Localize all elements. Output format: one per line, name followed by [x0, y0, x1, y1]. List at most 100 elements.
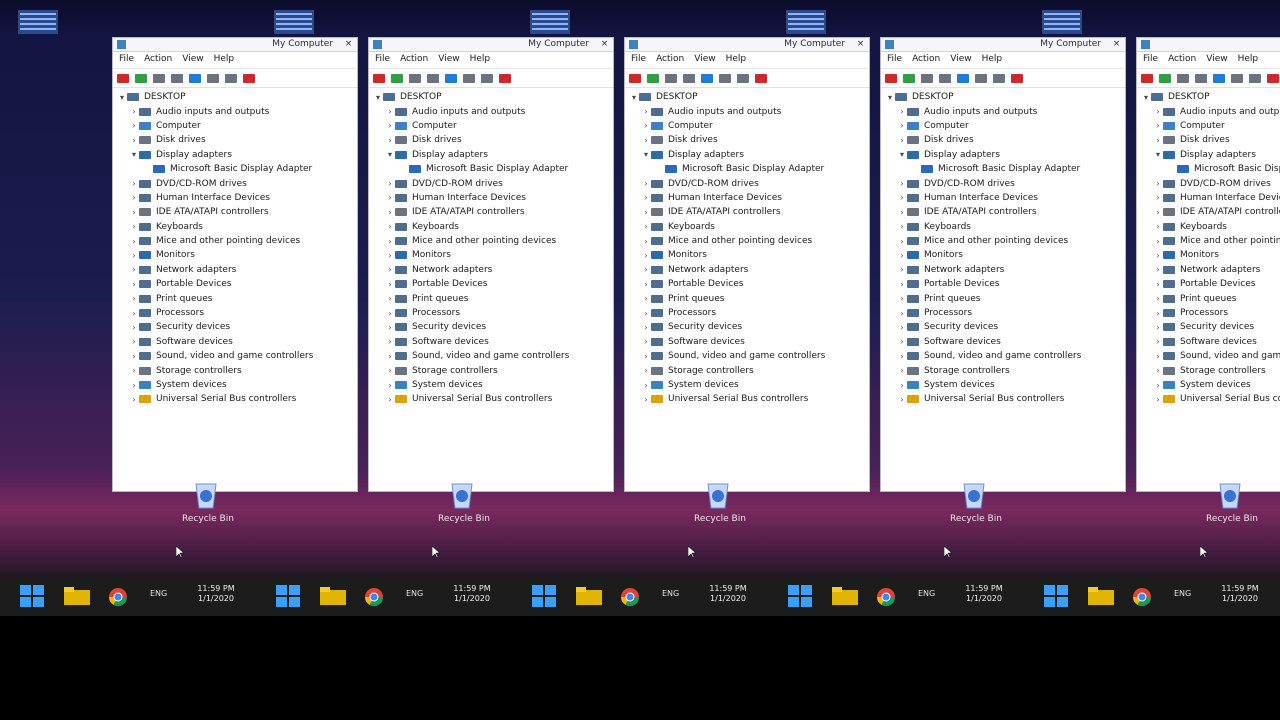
properties-icon[interactable]: [1177, 73, 1189, 83]
uninstall-device-icon[interactable]: [243, 73, 255, 83]
expand-chevron-icon[interactable]: ›: [129, 309, 139, 318]
expand-chevron-icon[interactable]: ›: [897, 381, 907, 390]
file-explorer-icon[interactable]: [64, 587, 90, 605]
uninstall-device-icon[interactable]: [1011, 73, 1023, 83]
expand-chevron-icon[interactable]: ›: [1153, 136, 1163, 145]
expand-chevron-icon[interactable]: ▾: [373, 93, 383, 102]
file-explorer-icon[interactable]: [832, 587, 858, 605]
tray-language[interactable]: ENG: [150, 589, 167, 598]
taskbar-clock[interactable]: 11:59 PM 1/1/2020: [954, 584, 1014, 604]
menu-action[interactable]: Action: [912, 54, 940, 66]
expand-chevron-icon[interactable]: ›: [1153, 352, 1163, 361]
menu-view[interactable]: View: [694, 54, 715, 66]
expand-chevron-icon[interactable]: ›: [641, 294, 651, 303]
uninstall-device-icon[interactable]: [755, 73, 767, 83]
help-icon[interactable]: [683, 73, 695, 83]
expand-chevron-icon[interactable]: ›: [1153, 251, 1163, 260]
help-icon[interactable]: [1195, 73, 1207, 83]
expand-chevron-icon[interactable]: ›: [897, 309, 907, 318]
tree-item[interactable]: › Disk drives: [1141, 133, 1280, 147]
back-icon[interactable]: [885, 73, 897, 83]
expand-chevron-icon[interactable]: ›: [641, 237, 651, 246]
tree-item[interactable]: › Security devices: [1141, 320, 1280, 334]
device-manager-window[interactable]: My Computer × File Action View Help ▾: [1136, 37, 1280, 492]
expand-chevron-icon[interactable]: ›: [129, 395, 139, 404]
tree-item[interactable]: ▾ Display adapters: [1141, 148, 1280, 162]
tree-item[interactable]: › Human Interface Devices: [1141, 191, 1280, 205]
expand-chevron-icon[interactable]: ›: [129, 222, 139, 231]
disable-device-icon[interactable]: [993, 73, 1005, 83]
expand-chevron-icon[interactable]: ›: [385, 193, 395, 202]
expand-chevron-icon[interactable]: ›: [897, 395, 907, 404]
help-icon[interactable]: [171, 73, 183, 83]
expand-chevron-icon[interactable]: ›: [385, 309, 395, 318]
expand-chevron-icon[interactable]: ▾: [129, 150, 139, 159]
expand-chevron-icon[interactable]: ›: [129, 107, 139, 116]
title-bar[interactable]: My Computer ×: [1137, 38, 1280, 52]
forward-icon[interactable]: [1159, 73, 1171, 83]
disable-device-icon[interactable]: [1249, 73, 1261, 83]
uninstall-device-icon[interactable]: [1267, 73, 1279, 83]
expand-chevron-icon[interactable]: ›: [129, 193, 139, 202]
forward-icon[interactable]: [647, 73, 659, 83]
tree-item[interactable]: › DVD/CD-ROM drives: [1141, 176, 1280, 190]
tree-item[interactable]: › Audio inputs and outputs: [1141, 104, 1280, 118]
tree-item[interactable]: › Portable Devices: [1141, 277, 1280, 291]
expand-chevron-icon[interactable]: ›: [385, 107, 395, 116]
chrome-icon[interactable]: [364, 587, 384, 607]
taskbar-clock[interactable]: 11:59 PM 1/1/2020: [442, 584, 502, 604]
expand-chevron-icon[interactable]: ▾: [385, 150, 395, 159]
recycle-bin-icon[interactable]: [1212, 480, 1248, 510]
tree-item[interactable]: › Software devices: [1141, 335, 1280, 349]
tree-item[interactable]: › Print queues: [1141, 291, 1280, 305]
expand-chevron-icon[interactable]: ›: [385, 251, 395, 260]
start-icon[interactable]: [532, 585, 556, 607]
expand-chevron-icon[interactable]: ›: [1153, 294, 1163, 303]
expand-chevron-icon[interactable]: ▾: [885, 93, 895, 102]
expand-chevron-icon[interactable]: ›: [897, 323, 907, 332]
expand-chevron-icon[interactable]: ›: [129, 280, 139, 289]
menu-file[interactable]: File: [375, 54, 390, 66]
expand-chevron-icon[interactable]: ›: [129, 251, 139, 260]
expand-chevron-icon[interactable]: ›: [385, 366, 395, 375]
back-icon[interactable]: [1141, 73, 1153, 83]
expand-chevron-icon[interactable]: ›: [1153, 208, 1163, 217]
expand-chevron-icon[interactable]: ›: [897, 121, 907, 130]
disable-device-icon[interactable]: [737, 73, 749, 83]
expand-chevron-icon[interactable]: ▾: [1141, 93, 1151, 102]
scan-hardware-icon[interactable]: [1213, 73, 1225, 83]
menu-view[interactable]: View: [1206, 54, 1227, 66]
expand-chevron-icon[interactable]: ›: [1153, 366, 1163, 375]
back-icon[interactable]: [117, 73, 129, 83]
expand-chevron-icon[interactable]: ›: [641, 337, 651, 346]
menu-view[interactable]: View: [182, 54, 203, 66]
expand-chevron-icon[interactable]: ›: [129, 352, 139, 361]
expand-chevron-icon[interactable]: ›: [1153, 265, 1163, 274]
expand-chevron-icon[interactable]: ›: [1153, 323, 1163, 332]
expand-chevron-icon[interactable]: ›: [129, 381, 139, 390]
expand-chevron-icon[interactable]: ›: [897, 294, 907, 303]
start-icon[interactable]: [1044, 585, 1068, 607]
menu-view[interactable]: View: [438, 54, 459, 66]
menu-help[interactable]: Help: [470, 54, 491, 66]
properties-icon[interactable]: [153, 73, 165, 83]
menu-help[interactable]: Help: [214, 54, 235, 66]
expand-chevron-icon[interactable]: ›: [129, 121, 139, 130]
menu-help[interactable]: Help: [1238, 54, 1259, 66]
expand-chevron-icon[interactable]: ▾: [629, 93, 639, 102]
scan-hardware-icon[interactable]: [957, 73, 969, 83]
expand-chevron-icon[interactable]: ›: [1153, 309, 1163, 318]
tree-item[interactable]: › System devices: [1141, 378, 1280, 392]
disable-device-icon[interactable]: [481, 73, 493, 83]
expand-chevron-icon[interactable]: ›: [129, 179, 139, 188]
tree-item[interactable]: › Network adapters: [1141, 263, 1280, 277]
recycle-bin-icon[interactable]: [700, 480, 736, 510]
expand-chevron-icon[interactable]: ›: [641, 136, 651, 145]
expand-chevron-icon[interactable]: ›: [641, 222, 651, 231]
menu-action[interactable]: Action: [656, 54, 684, 66]
expand-chevron-icon[interactable]: ›: [129, 366, 139, 375]
tree-item[interactable]: › Storage controllers: [1141, 363, 1280, 377]
menu-view[interactable]: View: [950, 54, 971, 66]
chrome-icon[interactable]: [876, 587, 896, 607]
expand-chevron-icon[interactable]: ›: [385, 121, 395, 130]
